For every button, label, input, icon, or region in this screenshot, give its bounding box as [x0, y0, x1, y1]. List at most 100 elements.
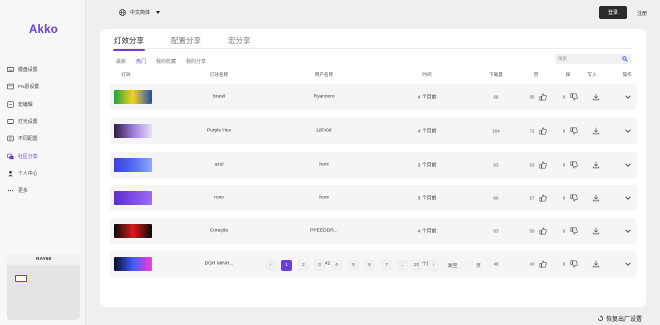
- search-input[interactable]: 搜索: [555, 54, 631, 64]
- chevron-down-icon[interactable]: [624, 161, 632, 169]
- register-link[interactable]: 注册: [637, 10, 647, 17]
- sidebar-nav: 键盘设置 FN层设置 宏编辑灯光设置不同配置社区分享个人中心 更多: [0, 61, 86, 199]
- table-row[interactable]: azul honi 3 个月前 63 63 0: [110, 152, 637, 178]
- chevron-down-icon[interactable]: [624, 227, 632, 235]
- sidebar-item-1[interactable]: FN层设置: [0, 78, 86, 95]
- thumbs-up-icon[interactable]: [539, 127, 547, 135]
- sidebar-item-7[interactable]: 更多: [0, 182, 86, 199]
- sidebar-item-4[interactable]: 不同配置: [0, 130, 86, 147]
- download-icon[interactable]: [592, 93, 600, 101]
- keyboard-device-icon: [15, 275, 27, 282]
- column-header: 踩: [565, 72, 571, 77]
- share-time: 4 个月前: [417, 229, 437, 235]
- fn-layer-icon: [7, 84, 14, 90]
- filter-favorites[interactable]: 我的收藏: [156, 58, 176, 65]
- thumbs-down-icon[interactable]: [570, 194, 578, 202]
- prev-page-button[interactable]: ‹: [265, 260, 276, 271]
- download-icon[interactable]: [592, 161, 600, 169]
- filter-latest[interactable]: 最新: [116, 58, 126, 65]
- page-button-4[interactable]: 4: [331, 260, 342, 271]
- sidebar-item-2[interactable]: 宏编辑: [0, 96, 86, 113]
- table-row[interactable]: Coração PPEEDDR... 4 个月前 63 50 0: [110, 218, 637, 244]
- column-header: 写入: [587, 72, 597, 77]
- profile-icon: [7, 136, 14, 142]
- filter-popular[interactable]: 热门: [136, 58, 146, 65]
- jump-page-input[interactable]: [460, 261, 473, 270]
- thumbs-up-icon[interactable]: [539, 260, 547, 268]
- download-count: 66: [493, 195, 499, 201]
- chevron-down-icon[interactable]: [624, 260, 632, 268]
- sidebar: Akko 键盘设置 FN层设置 宏编辑 灯光设置 不同配置 社区分享 个人中心 更多 RAY6…: [0, 0, 86, 325]
- download-icon[interactable]: [592, 194, 600, 202]
- jump-label: 跳至: [448, 264, 458, 269]
- download-count: 63: [493, 162, 499, 168]
- page-button-7[interactable]: 7: [381, 260, 392, 271]
- page-button-20[interactable]: 20: [411, 260, 422, 271]
- tab-lighting-share[interactable]: 灯效分享: [113, 35, 145, 51]
- thumbs-down-icon[interactable]: [570, 93, 578, 101]
- language-selector[interactable]: 中文简体: [119, 9, 161, 16]
- download-count: 63: [493, 228, 499, 234]
- dislike-count: 0: [562, 162, 566, 168]
- thumbs-up-icon[interactable]: [539, 93, 547, 101]
- column-header: 操作: [622, 72, 632, 77]
- share-time: 3 个月前: [417, 196, 437, 202]
- column-header: 时间: [422, 72, 432, 77]
- page-button-1[interactable]: 1: [281, 260, 292, 271]
- tab-divider: [114, 48, 632, 49]
- page-button-2[interactable]: 2: [298, 260, 309, 271]
- dislike-count: 0: [562, 195, 566, 201]
- chevron-down-icon[interactable]: [624, 93, 632, 101]
- table-row[interactable]: Purple Hex LilFr0d 4 个月前 164 72 0: [110, 118, 637, 144]
- dislike-count: 0: [562, 228, 566, 234]
- thumbs-down-icon[interactable]: [570, 127, 578, 135]
- tab-config-share[interactable]: 配置分享: [171, 35, 201, 48]
- thumbs-up-icon[interactable]: [539, 194, 547, 202]
- dislike-count: 0: [562, 128, 566, 134]
- share-time: 3 个月前: [417, 163, 437, 169]
- table-header: 灯效 灯效名称 用户名称 时间 下载量 赞 踩 写入 操作: [100, 70, 646, 79]
- sidebar-item-label: 社区分享: [18, 154, 38, 160]
- tab-macro-share[interactable]: 宏分享: [228, 35, 251, 48]
- thumbs-up-icon[interactable]: [539, 161, 547, 169]
- chevron-down-icon[interactable]: [624, 127, 632, 135]
- column-header: 灯效名称: [209, 72, 229, 77]
- column-header: 赞: [533, 72, 539, 77]
- like-count: 72: [529, 128, 535, 134]
- sidebar-item-3[interactable]: 灯光设置: [0, 113, 86, 130]
- page-button-...[interactable]: ...: [397, 260, 408, 271]
- sidebar-item-0[interactable]: 键盘设置: [0, 61, 86, 78]
- page-button-3[interactable]: 3: [314, 260, 325, 271]
- page-button-5[interactable]: 5: [348, 260, 359, 271]
- filter-my-shares[interactable]: 我的分享: [186, 58, 206, 65]
- thumbs-down-icon[interactable]: [570, 161, 578, 169]
- next-page-button[interactable]: ›: [428, 260, 439, 271]
- chevron-down-icon[interactable]: [624, 194, 632, 202]
- sidebar-item-6[interactable]: 个人中心: [0, 165, 86, 182]
- language-label: 中文简体: [130, 10, 151, 16]
- lighting-preview-thumbnail: [114, 90, 152, 104]
- share-time: 4 个月前: [417, 95, 437, 101]
- download-icon[interactable]: [592, 260, 600, 268]
- like-count: 63: [529, 162, 535, 168]
- device-card[interactable]: RAY68: [7, 254, 80, 320]
- more-icon: [7, 190, 14, 192]
- page-button-6[interactable]: 6: [364, 260, 375, 271]
- thumbs-down-icon[interactable]: [570, 260, 578, 268]
- login-button[interactable]: 登录: [599, 6, 627, 19]
- jump-suffix: 页: [476, 264, 481, 269]
- thumbs-down-icon[interactable]: [570, 227, 578, 235]
- download-icon[interactable]: [592, 127, 600, 135]
- sidebar-item-5[interactable]: 社区分享: [0, 147, 86, 164]
- table-row[interactable]: brasil Ryanzero 4 个月前 68 95 0: [110, 84, 637, 110]
- lighting-name: Coração: [209, 228, 229, 234]
- table-row[interactable]: roxo honi 3 个月前 66 57 0: [110, 185, 637, 211]
- download-count: 48: [493, 261, 499, 267]
- user-name: Ryanzero: [313, 94, 335, 100]
- reset-icon: [598, 315, 603, 321]
- download-icon[interactable]: [592, 227, 600, 235]
- thumbs-up-icon[interactable]: [539, 227, 547, 235]
- search-icon[interactable]: [622, 56, 628, 62]
- factory-reset-button[interactable]: 恢复出厂设置: [597, 314, 642, 323]
- sidebar-item-label: 灯光设置: [18, 120, 38, 126]
